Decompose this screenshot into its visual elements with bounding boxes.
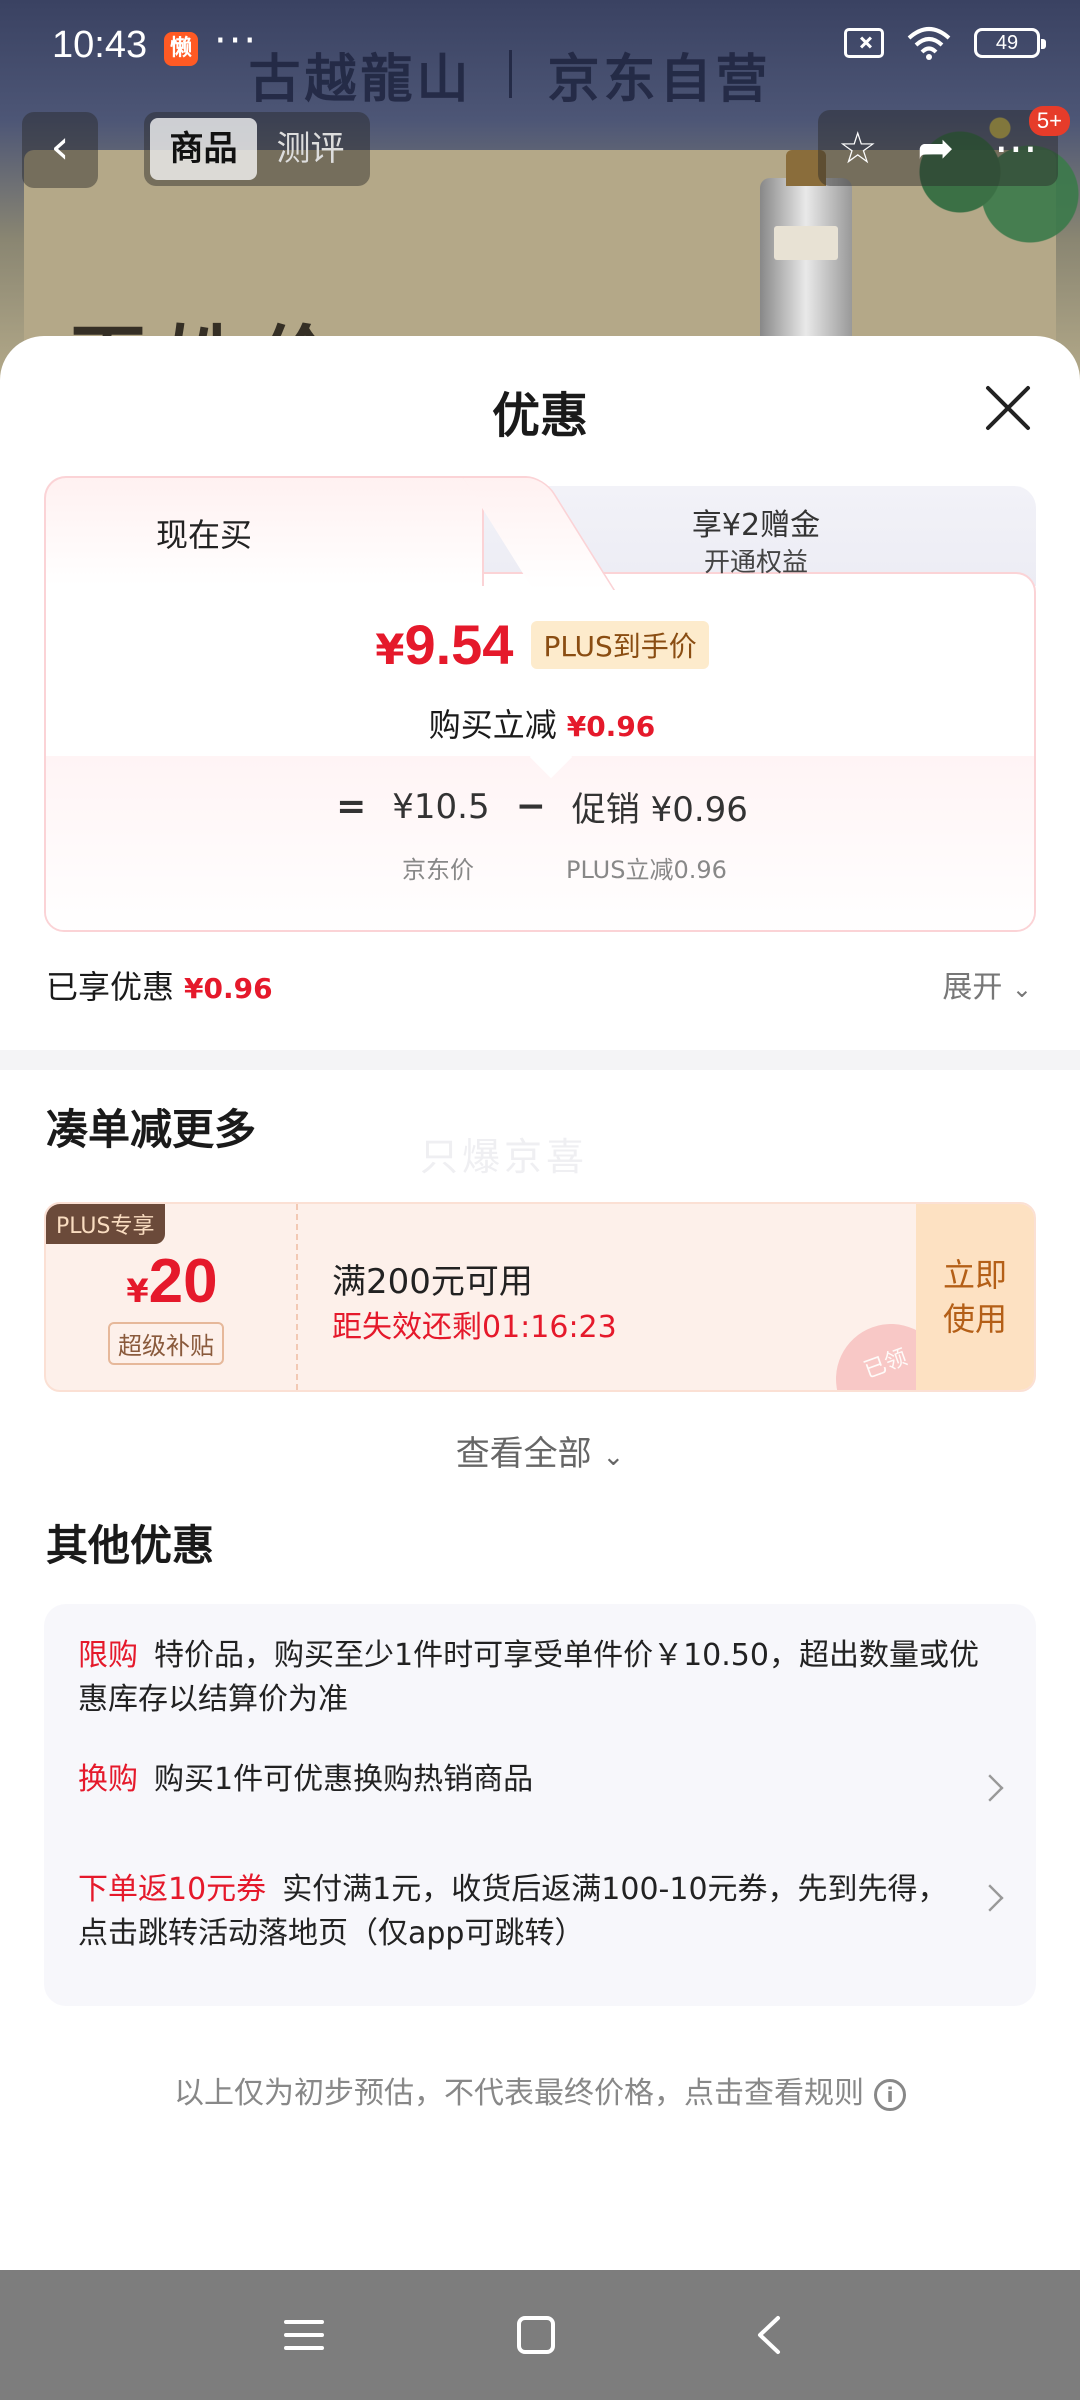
tab-product[interactable]: 商品 [150, 118, 257, 180]
offer-text: 特价品，购买至少1件时可享受单件价￥10.50，超出数量或优惠库存以结算价为准 [78, 1638, 979, 1717]
chevron-left-icon: ‹ [50, 119, 70, 175]
other-discounts-title: 其他优惠 [46, 1521, 215, 1570]
view-all-label: 查看全部 [455, 1434, 592, 1474]
coupon-card: PLUS专享 ¥20 超级补贴 满200元可用 距失效还剩01:16:23 已领… [44, 1202, 1036, 1392]
promo-value: ¥0.96 [650, 790, 748, 830]
instant-reduction: 购买立减 ¥0.96 [46, 700, 1034, 746]
offer-item-exchange[interactable]: 换购 购买1件可优惠换购热销商品 [78, 1758, 958, 1802]
minus-sign: − [515, 786, 546, 827]
no-sim-icon [844, 28, 884, 58]
plus-reduction-label: PLUS立减0.96 [566, 856, 727, 884]
promo-label: 促销 [571, 790, 640, 830]
reduction-label: 购买立减 [428, 706, 557, 744]
price-formula: = ¥10.5 − 促销 ¥0.96 [46, 782, 1034, 831]
close-icon[interactable] [978, 378, 1038, 438]
final-price: 9.54 [404, 613, 514, 676]
offer-label: 换购 [78, 1762, 138, 1797]
expand-button[interactable]: 展开 ⌄ [942, 962, 1032, 1006]
app-notification-icon: 懒 [164, 32, 198, 66]
enjoyed-value: ¥0.96 [184, 972, 273, 1005]
info-icon: i [874, 2078, 906, 2111]
other-discounts-list: 限购 特价品，购买至少1件时可享受单件价￥10.50，超出数量或优惠库存以结算价为… [44, 1604, 1036, 2006]
share-icon[interactable]: ➦ [917, 123, 954, 174]
expand-label: 展开 [942, 970, 1003, 1005]
product-bottle-image [760, 150, 852, 358]
status-time: 10:43 [52, 24, 148, 66]
offer-item-coupon-return[interactable]: 下单返10元券 实付满1元，收货后返满100-10元券，先到先得，点击跳转活动落地… [78, 1868, 958, 1956]
tab-buy-now-label: 现在买 [155, 516, 252, 554]
message-badge: 5+ [1028, 106, 1070, 136]
coupon-condition: 满200元可用 [332, 1262, 533, 1302]
price-details: ¥9.54 PLUS到手价 购买立减 ¥0.96 = ¥10.5 − 促销 ¥0.… [44, 572, 1036, 932]
use-coupon-label-line2: 使用 [942, 1300, 1007, 1338]
system-navigation-bar [0, 2270, 1080, 2400]
use-coupon-button[interactable]: 立即 使用 [916, 1204, 1034, 1390]
coupon-currency: ¥ [126, 1272, 149, 1310]
coupon-subsidy-label: 超级补贴 [108, 1322, 224, 1365]
plus-exclusive-tag: PLUS专享 [46, 1204, 165, 1244]
star-icon[interactable]: ☆ [838, 123, 877, 174]
wifi-icon [907, 27, 951, 60]
equals-sign: = [336, 786, 367, 827]
final-price-line: ¥9.54 PLUS到手价 [46, 612, 1034, 677]
tab-review[interactable]: 测评 [257, 118, 364, 180]
offer-label: 限购 [78, 1638, 138, 1673]
chevron-down-icon: ⌄ [602, 1442, 625, 1472]
coupon-countdown: 距失效还剩01:16:23 [332, 1310, 617, 1345]
view-all-button[interactable]: 查看全部 ⌄ [0, 1426, 1080, 1475]
enjoyed-label: 已享优惠 [46, 968, 175, 1006]
chevron-down-icon: ⌄ [1011, 975, 1032, 1003]
estimate-disclaimer[interactable]: 以上仅为初步预估，不代表最终价格，点击查看规则 i [0, 2068, 1080, 2112]
jd-price-label: 京东价 [402, 856, 474, 884]
section-divider [0, 1050, 1080, 1070]
offer-text: 购买1件可优惠换购热销商品 [154, 1762, 534, 1797]
reduction-value: ¥0.96 [566, 710, 656, 743]
enjoyed-discount: 已享优惠 ¥0.96 [46, 962, 273, 1008]
price-breakdown-box: 享¥2赠金 开通权益 现在买 ¥9.54 PLUS到手价 购买立减 ¥0.96 =… [44, 476, 1036, 932]
more-discount-title: 凑单减更多 [46, 1105, 257, 1154]
home-icon[interactable] [506, 2310, 566, 2360]
chevron-right-icon[interactable] [976, 1884, 1004, 1912]
chevron-right-icon[interactable] [976, 1774, 1004, 1802]
disclaimer-text: 以上仅为初步预估，不代表最终价格，点击查看规则 [174, 2076, 864, 2111]
discount-sheet: 优惠 享¥2赠金 开通权益 现在买 ¥9.54 PLUS到手价 购买立减 ¥0.9… [0, 336, 1080, 2270]
product-tabs: 商品 测评 [144, 112, 370, 186]
tab-plus-benefit-subtitle: 开通权益 [703, 548, 808, 578]
sheet-title: 优惠 [491, 388, 588, 444]
coupon-value-panel: PLUS专享 ¥20 超级补贴 [46, 1204, 298, 1390]
coupon-amount: ¥20 [46, 1246, 298, 1317]
offer-item-limit: 限购 特价品，购买至少1件时可享受单件价￥10.50，超出数量或优惠库存以结算价为… [78, 1634, 998, 1722]
coupon-value: 20 [148, 1247, 218, 1316]
status-bar: 10:43 懒 ··· 49 [0, 0, 1080, 96]
status-icons: 49 [844, 26, 1046, 60]
use-coupon-label-line1: 立即 [942, 1256, 1007, 1294]
battery-icon: 49 [974, 28, 1046, 58]
more-notifications-icon: ··· [214, 18, 259, 64]
watermark-text: 只爆京喜 [420, 1135, 589, 1179]
battery-level: 49 [995, 31, 1019, 54]
jd-price: ¥10.5 [392, 786, 490, 827]
price-currency: ¥ [375, 625, 405, 674]
nav-actions: ☆ ➦ ⋯ [818, 110, 1058, 186]
back-button[interactable]: ‹ [22, 112, 98, 188]
tab-plus-benefit-title: 享¥2赠金 [691, 508, 821, 543]
menu-icon[interactable] [274, 2310, 334, 2360]
plus-price-badge: PLUS到手价 [531, 620, 709, 669]
offer-label: 下单返10元券 [78, 1872, 267, 1907]
back-icon[interactable] [740, 2310, 800, 2360]
